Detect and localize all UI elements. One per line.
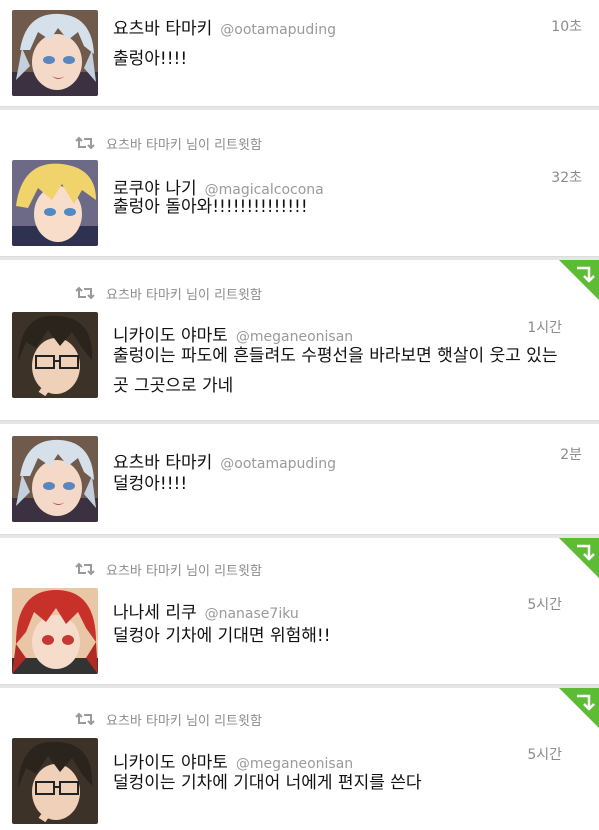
tweet[interactable]: 요츠바 타마키 님이 리트윗함 니카이도 야마토 @meganeonisan 5… (0, 688, 599, 830)
timeline: 요츠바 타마키 @ootamapuding 10초 출렁아!!!! 요츠바 타마… (0, 0, 599, 830)
retweet-label[interactable]: 요츠바 타마키 님이 리트윗함 (106, 134, 262, 153)
timestamp: 1시간 (527, 320, 562, 336)
avatar[interactable] (12, 312, 98, 398)
avatar[interactable] (12, 588, 98, 674)
timestamp: 10초 (551, 19, 582, 35)
tweet[interactable]: 요츠바 타마키 님이 리트윗함 니카이도 야마토 @meganeonisan 1… (0, 260, 599, 420)
tweet-text: 덜컹이는 기차에 기대어 너에게 편지를 쓴다 (113, 773, 422, 793)
tweet[interactable]: 요츠바 타마키 님이 리트윗함 로쿠야 나기 @magicalcocona 32… (0, 110, 599, 256)
author-name[interactable]: 나나세 리쿠 (113, 598, 197, 623)
favorite-corner-icon (559, 260, 599, 300)
tweet[interactable]: 요츠바 타마키 님이 리트윗함 나나세 리쿠 @nanase7iku 5시간 덜… (0, 538, 599, 684)
retweet-label[interactable]: 요츠바 타마키 님이 리트윗함 (106, 710, 262, 729)
author-handle[interactable]: @nanase7iku (205, 606, 299, 622)
retweet-icon (75, 286, 95, 300)
avatar[interactable] (12, 738, 98, 824)
tweet-text: 덜컹아!!!! (113, 474, 188, 494)
avatar[interactable] (12, 10, 98, 96)
retweet-indicator: 요츠바 타마키 님이 리트윗함 (74, 134, 262, 153)
timestamp: 5시간 (527, 597, 562, 613)
retweet-icon (75, 712, 95, 726)
tweet-text: 덜컹아 기차에 기대면 위험해!! (113, 626, 331, 646)
tweet[interactable]: 요츠바 타마키 @ootamapuding 2분 덜컹아!!!! (0, 424, 599, 534)
favorite-corner-icon (559, 538, 599, 578)
tweet[interactable]: 요츠바 타마키 @ootamapuding 10초 출렁아!!!! (0, 0, 599, 106)
retweet-icon (75, 136, 95, 150)
author-handle[interactable]: @ootamapuding (220, 22, 336, 38)
retweet-indicator: 요츠바 타마키 님이 리트윗함 (74, 710, 262, 729)
avatar[interactable] (12, 160, 98, 246)
tweet-text: 출렁아!!!! (113, 49, 188, 69)
timestamp: 2분 (560, 447, 582, 463)
tweet-text: 출렁이는 파도에 흔들려도 수평선을 바라보면 햇살이 웃고 있는 곳 그곳으로… (113, 346, 558, 396)
author-name[interactable]: 요츠바 타마키 (113, 14, 212, 39)
retweet-label[interactable]: 요츠바 타마키 님이 리트윗함 (106, 560, 262, 579)
timestamp: 32초 (551, 170, 582, 186)
retweet-label[interactable]: 요츠바 타마키 님이 리트윗함 (106, 284, 262, 303)
tweet-text: 출렁아 돌아와!!!!!!!!!!!!!! (113, 197, 308, 217)
favorite-corner-icon (559, 688, 599, 728)
retweet-indicator: 요츠바 타마키 님이 리트윗함 (74, 560, 262, 579)
retweet-icon (75, 562, 95, 576)
timestamp: 5시간 (527, 747, 562, 763)
retweet-indicator: 요츠바 타마키 님이 리트윗함 (74, 284, 262, 303)
avatar[interactable] (12, 436, 98, 522)
